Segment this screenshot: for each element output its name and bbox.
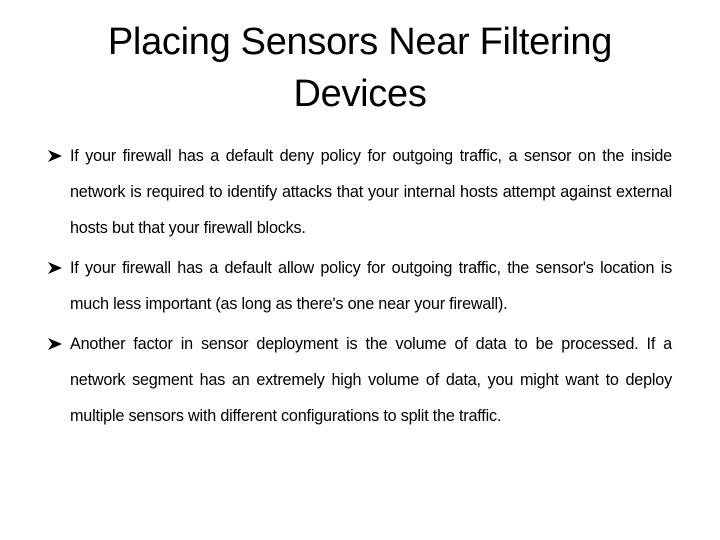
arrowhead-bullet-icon	[48, 138, 64, 174]
bullet-text: If your firewall has a default deny poli…	[70, 147, 672, 237]
bullet-text: Another factor in sensor deployment is t…	[70, 335, 672, 425]
slide-title: Placing Sensors Near Filtering Devices	[107, 21, 613, 115]
bullet-list: If your firewall has a default deny poli…	[48, 138, 672, 438]
arrowhead-bullet-icon	[48, 326, 64, 362]
bullet-item: If your firewall has a default allow pol…	[48, 250, 672, 322]
bullet-item: If your firewall has a default deny poli…	[48, 138, 672, 246]
arrowhead-bullet-icon	[48, 250, 64, 286]
bullet-item: Another factor in sensor deployment is t…	[48, 326, 672, 434]
slide: Placing Sensors Near Filtering Devices I…	[0, 0, 720, 540]
bullet-text: If your firewall has a default allow pol…	[70, 259, 672, 313]
